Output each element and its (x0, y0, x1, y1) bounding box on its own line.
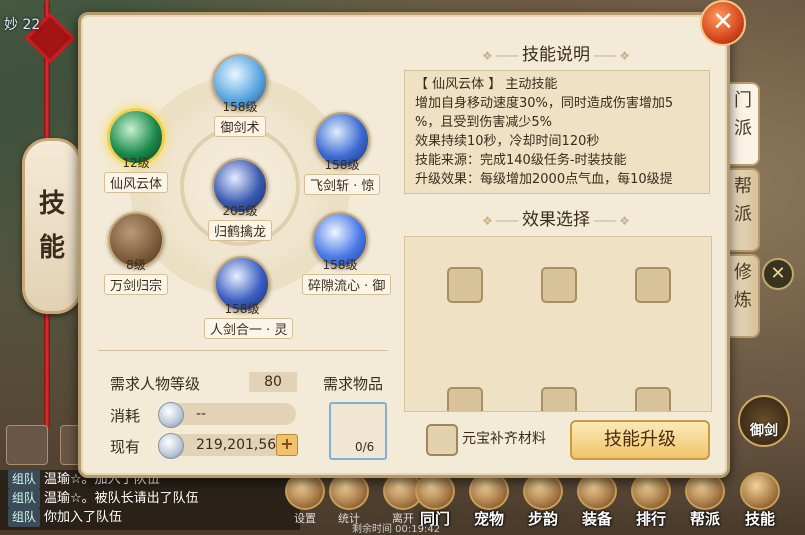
divider (98, 350, 388, 351)
chat-box[interactable]: 组队 温瑜☆。加入了队伍 组队 温瑜☆。被队长请出了队伍 组队 你加入了队伍 (0, 470, 300, 530)
skill-wheel: 158级 御剑术 158级 飞剑斩 · 惊 158级 碎隙流心 · 御 158级… (92, 28, 392, 339)
bottom-btn-equip[interactable]: 装备 (572, 470, 622, 530)
title-deco-icon: ─── ❖ (590, 214, 631, 228)
equip-label: 装备 (581, 510, 612, 528)
chat-tag: 组队 (8, 489, 41, 508)
effect-slot[interactable] (447, 387, 483, 411)
chat-tag: 组队 (8, 508, 41, 527)
skill-name: 飞剑斩 · 惊 (304, 174, 381, 195)
skill-renjianheyi[interactable]: 158级 人剑合一 · 灵 (204, 256, 294, 339)
skill-name: 御剑术 (214, 116, 266, 137)
skill-guiheqinlong[interactable]: 205级 归鹤擒龙 (202, 158, 278, 241)
desc-line: 【 仙风云体 】 主动技能 (415, 77, 558, 92)
title-deco-icon: ─── ❖ (590, 49, 631, 63)
rank-label: 排行 (635, 510, 666, 528)
skill-upgrade-button[interactable]: 技能升级 (570, 420, 710, 460)
title-deco-icon: ❖ ─── (481, 49, 522, 63)
skill-level: 158级 (224, 302, 260, 316)
desc-line: 升级效果：每级增加2000点气血，每10级提 (415, 172, 673, 187)
skill-side-tab[interactable]: 技 能 (22, 138, 82, 314)
item-count: 0/6 (355, 440, 375, 454)
effect-slot[interactable] (447, 267, 483, 303)
remaining-timer: 剩余时间 00:19:42 (352, 524, 441, 535)
pet-label: 宠物 (473, 510, 504, 528)
skill-level: 8级 (126, 258, 146, 272)
owned-label: 现有 (110, 438, 141, 456)
desc-line: 效果持续10秒，冷却时间120秒 (415, 134, 600, 149)
desc-line: 技能来源：完成140级任务-时装技能 (415, 153, 627, 168)
skill-xianfengyunti[interactable]: 12级 仙风云体 (98, 108, 174, 193)
chat-text: 你加入了队伍 (44, 510, 123, 525)
bottom-btn-guild[interactable]: 帮派 (680, 470, 730, 530)
level-requirement-value: 80 (249, 372, 297, 392)
skill-level: 12级 (122, 156, 150, 170)
effect-slot[interactable] (635, 267, 671, 303)
cost-value: -- (196, 406, 207, 422)
skill-level: 158级 (222, 100, 258, 114)
skill-label: 技能 (744, 510, 775, 528)
item-requirement-label: 需求物品 (323, 375, 384, 393)
guild-label: 帮派 (689, 510, 720, 528)
bottom-btn-skill[interactable]: 技能 (735, 470, 785, 530)
silver-coin-icon (158, 402, 184, 428)
skill-name: 归鹤擒龙 (207, 220, 272, 241)
skill-tab-char-1: 技 (38, 189, 65, 219)
bottom-btn-pet[interactable]: 宠物 (464, 470, 514, 530)
effect-slot[interactable] (635, 387, 671, 411)
chat-line: 组队 你加入了队伍 (0, 508, 300, 527)
desc-line: 增加自身移动速度30%，同时造成伤害增加5 (415, 96, 674, 111)
skill-description: 【 仙风云体 】 主动技能 增加自身移动速度30%，同时造成伤害增加5 %，且受… (404, 70, 710, 194)
cost-label: 消耗 (110, 407, 141, 425)
skill-level: 158级 (324, 158, 360, 172)
skill-level: 158级 (322, 258, 358, 272)
skill-desc-title-text: 技能说明 (522, 45, 590, 65)
skill-name: 万剑归宗 (103, 274, 168, 295)
silver-coin-icon (158, 433, 184, 459)
close-button[interactable]: ✕ (700, 0, 746, 46)
rhythm-label: 步韵 (527, 510, 558, 528)
skill-tab-char-2: 能 (38, 233, 65, 263)
player-tag: 妙 22 (4, 17, 41, 33)
skill-level: 205级 (222, 204, 258, 218)
chat-line: 组队 温瑜☆。被队长请出了队伍 (0, 489, 300, 508)
skill-icon (740, 472, 780, 510)
settings-button[interactable]: 设置 (280, 470, 330, 530)
tab-cultivate-label: 修炼 (731, 262, 752, 318)
tab-sect-label: 门派 (731, 90, 752, 146)
skill-name: 仙风云体 (103, 172, 168, 193)
effect-select-title: ❖ ─── 效果选择 ─── ❖ (406, 205, 706, 230)
effect-grid (404, 236, 712, 412)
skill-yujianshu[interactable]: 158级 御剑术 (202, 54, 278, 137)
settings-label: 设置 (294, 512, 316, 525)
skill-feijianzhan[interactable]: 158级 飞剑斩 · 惊 (304, 112, 381, 195)
title-deco-icon: ❖ ─── (481, 214, 522, 228)
owned-value: 219,201,564 (196, 437, 286, 453)
effect-select-title-text: 效果选择 (522, 210, 590, 230)
yuanbao-checkbox[interactable] (426, 424, 458, 456)
level-requirement-label: 需求人物等级 (110, 375, 201, 393)
yuanbao-label: 元宝补齐材料 (462, 431, 546, 447)
side-close-icon[interactable]: ✕ (762, 258, 794, 290)
effect-slot[interactable] (541, 387, 577, 411)
skill-desc-title: ❖ ─── 技能说明 ─── ❖ (406, 40, 706, 65)
chat-tag: 组队 (8, 470, 41, 489)
add-currency-button[interactable]: + (276, 434, 298, 456)
skill-name: 碎隙流心 · 御 (302, 274, 392, 295)
friend-avatar[interactable] (6, 425, 48, 465)
effect-slot[interactable] (541, 267, 577, 303)
bottom-btn-rank[interactable]: 排行 (626, 470, 676, 530)
bottom-btn-rhythm[interactable]: 步韵 (518, 470, 568, 530)
desc-line: %，且受到伤害减少5% (415, 115, 552, 130)
sword-ride-button[interactable]: 御剑 (738, 395, 790, 447)
skill-wanjianguizong[interactable]: 8级 万剑归宗 (98, 212, 174, 295)
skill-suixiliuxin[interactable]: 158级 碎隙流心 · 御 (302, 212, 392, 295)
chat-text: 温瑜☆。被队长请出了队伍 (44, 491, 199, 506)
skill-name: 人剑合一 · 灵 (204, 318, 294, 339)
tab-guild-label: 帮派 (731, 176, 752, 232)
